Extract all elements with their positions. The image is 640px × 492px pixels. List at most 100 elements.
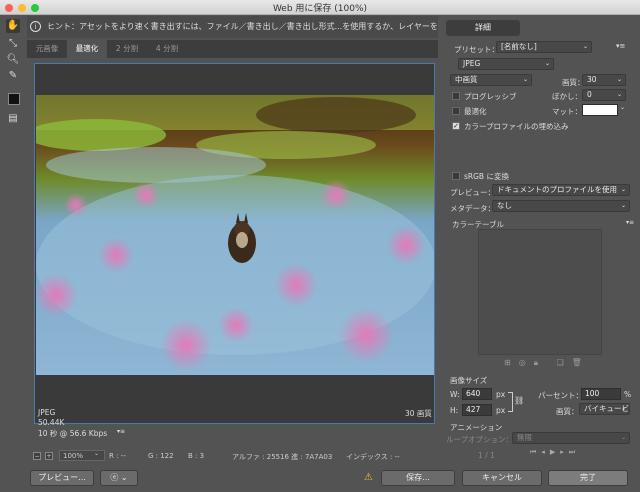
optimize-checkbox[interactable] [452,107,460,115]
blur-value: 0 [587,90,592,99]
loop-value: 無限 [517,433,532,442]
metadata-value: なし [497,201,512,210]
preset-label: プリセット： [454,45,499,54]
tab-original[interactable]: 元画像 [27,40,67,58]
resample-label: 画質： [556,407,579,416]
browser-select-button[interactable]: ⓔ ⌄ [100,470,138,486]
height-label: H: [450,406,459,415]
info-icon: i [30,21,41,32]
preview-button[interactable]: プレビュー... [30,470,94,486]
next-frame-icon[interactable]: ▸ [560,448,569,456]
done-button[interactable]: 完了 [548,470,628,486]
matte-label: マット： [552,107,582,116]
srgb-checkbox[interactable] [452,172,460,180]
frame-counter: 1 / 1 [478,451,495,460]
quality-value: 30 [587,75,597,84]
zoom-in-icon[interactable]: + [45,452,53,460]
width-label: W: [450,390,460,399]
eyedropper-color-swatch[interactable] [8,93,20,105]
previous-frame-icon[interactable]: ◂ [541,448,550,456]
preview-file-size: 50.44K [38,418,65,427]
status-g: G : 122 [148,452,174,460]
animation-heading: アニメーション [450,423,503,432]
play-icon[interactable]: ▶ [550,448,560,456]
loop-select[interactable]: 無限 ⌄ [512,432,630,444]
trash-icon[interactable]: 🗑︎ [572,358,590,367]
color-table-actions: ⊞◎🔒︎ ❏🗑︎ [504,358,590,368]
zoom-level-value: 100% [63,452,84,460]
cancel-button[interactable]: キャンセル [462,470,542,486]
first-frame-icon[interactable]: ⏮ [530,448,541,456]
chevron-down-icon[interactable]: ⌄ [620,104,625,111]
matte-color-swatch[interactable] [582,104,618,116]
save-button[interactable]: 保存... [381,470,455,486]
hand-tool-icon[interactable]: ✋ [6,19,20,33]
image-size-heading: 画像サイズ [450,376,488,385]
preset-select[interactable]: [名前なし] ⌄ [496,41,592,53]
hint-bar: i ヒント：アセットをより速く書き出すには、ファイル／書き出し／書き出し形式..… [27,16,438,38]
optimize-label: 最適化 [464,107,487,116]
tab-optimized[interactable]: 最適化 [67,40,107,58]
slice-select-tool-icon[interactable]: ⤡ [6,37,20,51]
width-unit: px [496,390,506,399]
chevron-down-icon: ⌄ [544,60,550,67]
quality-level-select[interactable]: 中画質 ⌄ [450,74,532,86]
download-speed-menu-icon[interactable]: ▾≡ [117,428,125,435]
link-icon[interactable]: ⛓︎ [514,396,524,405]
status-hex: 16 進 : 7A7A03 [280,453,333,461]
new-color-icon[interactable]: ❏ [557,358,572,367]
resample-select[interactable]: バイキュービック法⌄ [579,403,630,415]
chevron-down-icon: ⌄ [616,76,622,83]
color-table [478,229,602,355]
chevron-down-icon: ⌄ [620,202,626,209]
preview-profile-value: ドキュメントのプロファイルを使用 [497,185,617,194]
tab-4up[interactable]: 4 分割 [147,40,187,58]
color-table-menu-icon[interactable]: ▾≡ [626,219,634,226]
percent-label: パーセント： [538,391,583,400]
width-field[interactable]: 640 [462,388,492,400]
embed-profile-checkbox[interactable]: ✓ [452,122,460,130]
zoom-out-icon[interactable]: − [33,452,41,460]
blur-input[interactable]: 0 ⌄ [582,89,626,101]
preview-profile-label: プレビュー： [450,188,495,197]
quality-level-value: 中画質 [455,75,478,84]
tab-2up[interactable]: 2 分割 [107,40,147,58]
status-b: B : 3 [188,452,205,460]
status-index: インデックス : -- [346,453,400,461]
toggle-slices-icon[interactable]: ▤ [6,112,20,126]
map-colors-icon[interactable]: ⊞ [504,358,519,367]
last-frame-icon[interactable]: ⏭ [569,448,580,456]
metadata-select[interactable]: なし ⌄ [492,200,630,212]
preview-profile-select[interactable]: ドキュメントのプロファイルを使用 ⌄ [492,184,630,196]
eyedropper-tool-icon[interactable]: ✎ [6,69,20,83]
chevron-down-icon: ⌄ [94,450,100,457]
progressive-label: プログレッシブ [464,92,517,101]
chevron-down-icon: ⌄ [522,76,528,83]
chevron-down-icon: ⌄ [620,434,626,441]
format-select[interactable]: JPEG ⌄ [458,58,554,70]
toolbar: ✋ ⤡ 🔍︎ ✎ ▤ [0,16,26,456]
height-unit: px [496,406,506,415]
options-menu-icon[interactable]: ▾≡ [616,42,625,50]
chevron-down-icon: ⌄ [620,186,626,193]
warning-icon: ⚠ [364,472,373,483]
lock-icon[interactable]: 🔒︎ [534,358,546,367]
progressive-checkbox[interactable] [452,92,460,100]
quality-input[interactable]: 30 ⌄ [582,74,626,86]
blur-label: ぼかし： [552,92,582,101]
web-snap-icon[interactable]: ◎ [519,358,534,367]
detail-button[interactable]: 詳細 [446,20,520,36]
percent-field[interactable]: 100 [581,388,621,400]
format-value: JPEG [463,59,481,68]
height-field[interactable]: 427 [462,404,492,416]
settings-panel: 詳細 プリセット： [名前なし] ⌄ ▾≡ JPEG ⌄ 中画質 ⌄ 画質： 30 ⌄ … [438,16,640,460]
preview-pane[interactable]: JPEG 50.44K 10 秒 @ 56.6 Kbps ▾≡ 30 画質 [34,63,435,438]
zoom-tool-icon[interactable]: 🔍︎ [6,53,20,67]
status-r: R : -- [109,452,126,460]
animation-controls: ⏮◂▶▸⏭ [530,448,630,460]
chevron-down-icon: ⌄ [616,91,622,98]
preview-image [36,95,434,375]
status-bar: − + 100% ⌄ R : -- G : 122 B : 3 アルファ : 2… [27,449,438,463]
preview-download-time: 10 秒 @ 56.6 Kbps [38,429,108,438]
